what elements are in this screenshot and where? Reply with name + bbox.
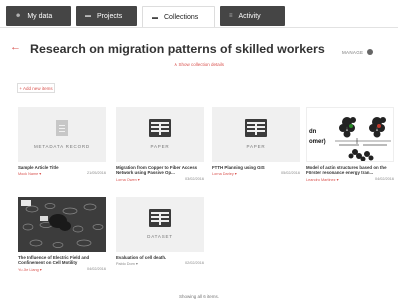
add-item-button[interactable]: + Add new items — [17, 83, 55, 93]
manage-label: MANAGE — [342, 49, 364, 55]
item-thumbnail[interactable] — [18, 197, 106, 252]
thumb-type-label: PAPER — [150, 144, 170, 149]
item-date: 03/02/2016 — [184, 177, 204, 181]
item-date: 04/02/2016 — [86, 267, 106, 271]
item-author[interactable]: Yu Jie Liang ▾ — [18, 267, 42, 272]
item-thumbnail[interactable]: METADATA RECORD — [18, 107, 106, 162]
paper-icon — [149, 119, 171, 137]
dataset-icon — [149, 209, 171, 227]
collection-icon: ▬ — [152, 14, 158, 21]
item-author[interactable]: Leandro Martinez ▾ — [306, 177, 339, 182]
tab-label: Projects — [97, 12, 123, 20]
folder-icon: ▬ — [85, 13, 91, 19]
item-title[interactable]: Evaluation of cell death. — [116, 255, 204, 260]
tab-label: Activity — [238, 12, 261, 20]
document-icon — [56, 120, 68, 136]
item-author[interactable]: Mock Name ▾ — [18, 171, 41, 176]
main-tabs: ☻ My data ▬ Projects ▬ Collections ≡ Act… — [6, 6, 285, 28]
page-title: Research on migration patterns of skille… — [30, 42, 325, 56]
tab-activity[interactable]: ≡ Activity — [220, 6, 285, 26]
tab-label: Collections — [164, 14, 199, 21]
show-details-link[interactable]: ∧ Show collection details — [0, 62, 398, 68]
item-thumbnail[interactable]: dn omer) — [306, 107, 394, 162]
item-date: 02/02/2016 — [184, 261, 204, 265]
item-date: 21/05/2016 — [86, 171, 106, 175]
thumb-type-label: DATASET — [147, 234, 173, 239]
paper-icon — [245, 119, 267, 137]
item-date: 05/02/2016 — [280, 171, 300, 175]
item-title[interactable]: FTTH Planning using GIS — [212, 165, 300, 170]
tab-projects[interactable]: ▬ Projects — [76, 6, 137, 26]
user-icon: ☻ — [15, 13, 22, 19]
tab-label: My data — [27, 12, 53, 20]
item-author[interactable]: Pablo Dom ▾ — [116, 261, 138, 266]
tab-divider — [0, 27, 398, 28]
item-title[interactable]: Model of actin structures based on the F… — [306, 165, 394, 176]
item-thumbnail[interactable]: PAPER — [116, 107, 204, 162]
figure-thumbnail-image: dn omer) — [309, 117, 391, 161]
item-author[interactable]: Lorna Darley ▾ — [212, 171, 237, 176]
thumb-text-2: omer) — [309, 139, 326, 145]
gear-icon — [367, 49, 374, 55]
back-arrow-icon[interactable]: ← — [10, 41, 21, 53]
tab-my-data[interactable]: ☻ My data — [6, 6, 71, 26]
thumb-type-label: METADATA RECORD — [33, 144, 90, 149]
tab-collections[interactable]: ▬ Collections — [142, 6, 215, 28]
thumb-text-1: dn — [309, 129, 317, 135]
item-author[interactable]: Lorna Owen ▾ — [116, 177, 140, 182]
item-title[interactable]: The Influence of Electric Field and Conf… — [18, 255, 106, 266]
item-title[interactable]: Sample Article Title — [18, 165, 106, 170]
items-count: Showing all 6 items. — [178, 294, 220, 299]
manage-button[interactable]: MANAGE — [342, 49, 374, 55]
thumb-type-label: PAPER — [246, 144, 266, 149]
item-thumbnail[interactable]: DATASET — [116, 197, 204, 252]
item-date: 04/02/2016 — [374, 177, 394, 181]
item-thumbnail[interactable]: PAPER — [212, 107, 300, 162]
item-title[interactable]: Migration from Copper to Fiber Access Ne… — [116, 165, 204, 176]
activity-icon: ≡ — [229, 13, 233, 19]
microscopy-image — [18, 197, 106, 252]
